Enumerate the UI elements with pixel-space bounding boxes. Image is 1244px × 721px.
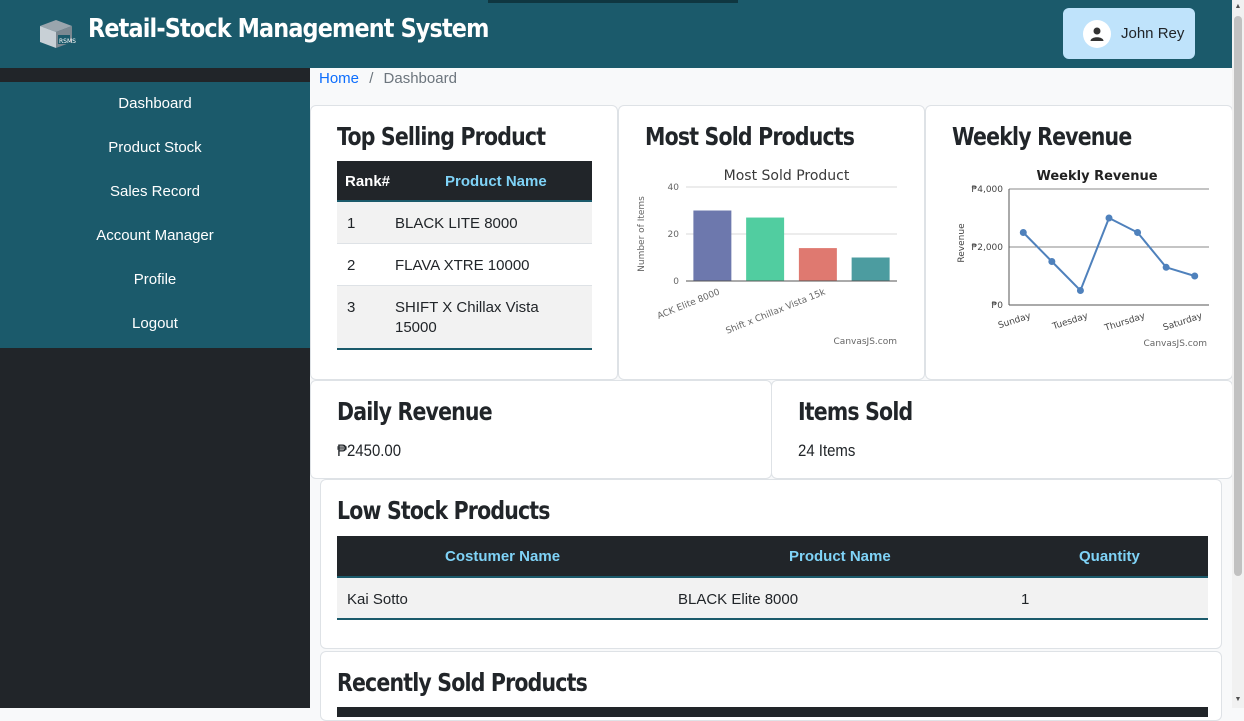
y-tick-label: ₱2,000 [972,243,1004,253]
column-header-rank: Rank# [345,173,391,190]
data-point [1048,258,1056,265]
top-selling-title: Top Selling Product [337,122,546,151]
data-point [1134,229,1142,236]
daily-revenue-title: Daily Revenue [337,397,493,426]
recently-sold-table-header [337,707,1208,717]
breadcrumb-current: Dashboard [383,70,457,87]
top-selling-card: Top Selling Product Rank# Product Name 1… [310,105,618,380]
table-row: 1 BLACK LITE 8000 [337,202,592,244]
column-header-quantity: Quantity [1079,548,1140,565]
bar [851,257,890,281]
most-sold-card: Most Sold Products Most Sold Product 0 20 4… [618,105,925,380]
scroll-down-icon[interactable]: ▼ [1234,696,1242,703]
top-selling-table-header: Rank# Product Name [337,161,592,202]
breadcrumb: Home / Dashboard [319,70,457,87]
product-name-cell: BLACK LITE 8000 [395,215,518,232]
weekly-revenue-chart: Weekly Revenue ₱0 ₱2,000 ₱4,000 Revenue Sunda… [957,169,1209,349]
bar [746,217,785,281]
y-axis-label: Number of Items [637,196,647,272]
weekly-revenue-card: Weekly Revenue Weekly Revenue ₱0 ₱2,000 ₱4,… [925,105,1233,380]
product-name-cell: FLAVA XTRE 10000 [395,257,530,274]
data-point [1191,272,1199,280]
sidebar-item-product-stock[interactable]: Product Stock [0,126,310,170]
svg-text:RSMS: RSMS [59,38,76,45]
sidebar-nav: Dashboard Product Stock Sales Record Acc… [0,82,310,348]
weekly-revenue-title: Weekly Revenue [952,122,1132,151]
bar [798,248,837,281]
app-title: Retail-Stock Management System [88,14,489,44]
data-point [1076,287,1084,294]
data-point [1162,263,1170,271]
data-point [1105,214,1113,222]
customer-name-cell: Kai Sotto [347,591,408,608]
table-row: Kai Sotto BLACK Elite 8000 1 [337,578,1208,620]
x-tick-label: Sunday [997,311,1033,331]
sidebar-item-dashboard[interactable]: Dashboard [0,82,310,126]
sidebar-item-logout[interactable]: Logout [0,302,310,346]
x-tick-label: ACK Elite 8000 [656,287,722,321]
quantity-cell: 1 [1021,591,1030,608]
sidebar-item-account-manager[interactable]: Account Manager [0,214,310,258]
bar [693,210,732,281]
y-tick-label: 40 [668,183,680,193]
user-icon [1083,19,1111,48]
x-tick-label: Tuesday [1050,311,1090,332]
daily-revenue-value: ₱2450.00 [337,441,402,460]
y-tick-label: 0 [673,277,679,287]
user-name: John Rey [1121,25,1185,42]
chart-credit: CanvasJS.com [1144,339,1207,349]
y-tick-label: 20 [668,230,680,240]
rank-cell: 1 [347,215,356,232]
chart-title: Weekly Revenue [1036,169,1157,184]
rank-cell: 3 [347,299,356,316]
y-tick-label: ₱0 [992,301,1004,311]
low-stock-card: Low Stock Products Costumer Name Product… [320,479,1222,649]
low-stock-table: Costumer Name Product Name Quantity Kai … [337,536,1208,621]
y-axis-label: Revenue [957,223,967,263]
items-sold-title: Items Sold [798,397,913,426]
column-header-product-name: Product Name [789,548,891,565]
top-selling-table: Rank# Product Name 1 BLACK LITE 8000 2 F… [337,161,592,351]
navbar-strip [488,0,738,3]
items-sold-card: Items Sold 24 Items [771,380,1233,479]
breadcrumb-separator: / [369,70,374,87]
sidebar-item-sales-record[interactable]: Sales Record [0,170,310,214]
table-row: 3 SHIFT X Chillax Vista 15000 [337,286,592,350]
x-tick-label: Thursday [1103,311,1147,334]
y-tick-label: ₱4,000 [972,185,1004,195]
most-sold-title: Most Sold Products [645,122,855,151]
x-tick-label: Saturday [1162,311,1204,333]
column-header-customer-name: Costumer Name [445,548,561,565]
page-scrollbar[interactable]: ▲ ▼ [1232,0,1244,708]
product-name-cell: SHIFT X Chillax Vista 15000 [395,299,539,336]
series-line [1022,216,1196,293]
app-logo-icon: RSMS [40,20,76,48]
column-header-product-name: Product Name [445,173,547,190]
sidebar-item-profile[interactable]: Profile [0,258,310,302]
chart-credit: CanvasJS.com [834,337,897,347]
user-menu-button[interactable]: John Rey [1063,8,1195,59]
daily-revenue-card: Daily Revenue ₱2450.00 [310,380,772,479]
low-stock-table-header: Costumer Name Product Name Quantity [337,536,1208,578]
scroll-up-icon[interactable]: ▲ [1234,3,1242,10]
items-sold-value: 24 Items [798,441,856,460]
recently-sold-title: Recently Sold Products [337,668,588,697]
scrollbar-thumb[interactable] [1234,16,1242,576]
product-name-cell: BLACK Elite 8000 [678,591,799,608]
breadcrumb-home-link[interactable]: Home [319,70,359,87]
data-point [1019,229,1027,236]
x-tick-label: Shift x Chillax Vista 15k [725,287,828,336]
most-sold-chart: Most Sold Product 0 20 40 Number of Items ACK… [637,168,897,347]
recently-sold-card: Recently Sold Products [320,651,1222,721]
low-stock-title: Low Stock Products [337,496,550,525]
top-navbar: RSMS Retail-Stock Management System John… [0,0,1232,68]
chart-title: Most Sold Product [724,168,850,184]
rank-cell: 2 [347,257,356,274]
table-row: 2 FLAVA XTRE 10000 [337,244,592,286]
